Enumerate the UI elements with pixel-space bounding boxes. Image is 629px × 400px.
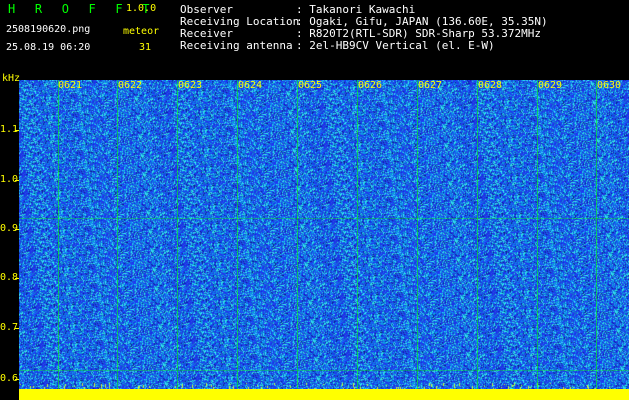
x-tick-label: 0623 xyxy=(178,80,203,91)
minute-grid-line xyxy=(237,80,238,389)
y-tick-mark xyxy=(15,379,19,380)
frequency-unit-label: kHz xyxy=(2,73,21,84)
x-tick-label: 0624 xyxy=(238,80,263,91)
minute-grid-line xyxy=(596,80,597,389)
y-tick-mark xyxy=(15,328,19,329)
antenna-value: : 2el-HB9CV Vertical (el. E-W) xyxy=(296,39,495,52)
antenna-label: Receiving antenna xyxy=(180,39,293,52)
minute-grid-line xyxy=(297,80,298,389)
x-tick-label: 0628 xyxy=(478,80,503,91)
y-tick-mark xyxy=(15,229,19,230)
header-panel: H R O F F T 1.0.0 2508190620.png meteor … xyxy=(0,0,629,84)
minute-grid-line xyxy=(417,80,418,389)
minute-grid-line xyxy=(58,80,59,389)
y-tick-mark xyxy=(15,278,19,279)
y-tick-mark xyxy=(15,180,19,181)
app-version: 1.0.0 xyxy=(126,3,157,14)
minute-grid-line xyxy=(177,80,178,389)
timestamp: 25.08.19 06:20 xyxy=(6,42,91,53)
x-tick-label: 0626 xyxy=(358,80,383,91)
x-tick-label: 0630 xyxy=(597,80,622,91)
minute-grid-line xyxy=(537,80,538,389)
x-tick-label: 0627 xyxy=(418,80,443,91)
waterfall-level-bar xyxy=(19,389,629,400)
meteor-count: 31 xyxy=(139,42,152,53)
minute-grid-line xyxy=(357,80,358,389)
minute-grid-line xyxy=(477,80,478,389)
x-tick-label: 0621 xyxy=(58,80,83,91)
minute-grid-line xyxy=(117,80,118,389)
y-tick-mark xyxy=(15,130,19,131)
x-tick-label: 0625 xyxy=(298,80,323,91)
meteor-label: meteor xyxy=(123,26,160,37)
x-tick-label: 0629 xyxy=(538,80,563,91)
x-tick-label: 0622 xyxy=(118,80,143,91)
image-filename: 2508190620.png xyxy=(6,24,91,35)
